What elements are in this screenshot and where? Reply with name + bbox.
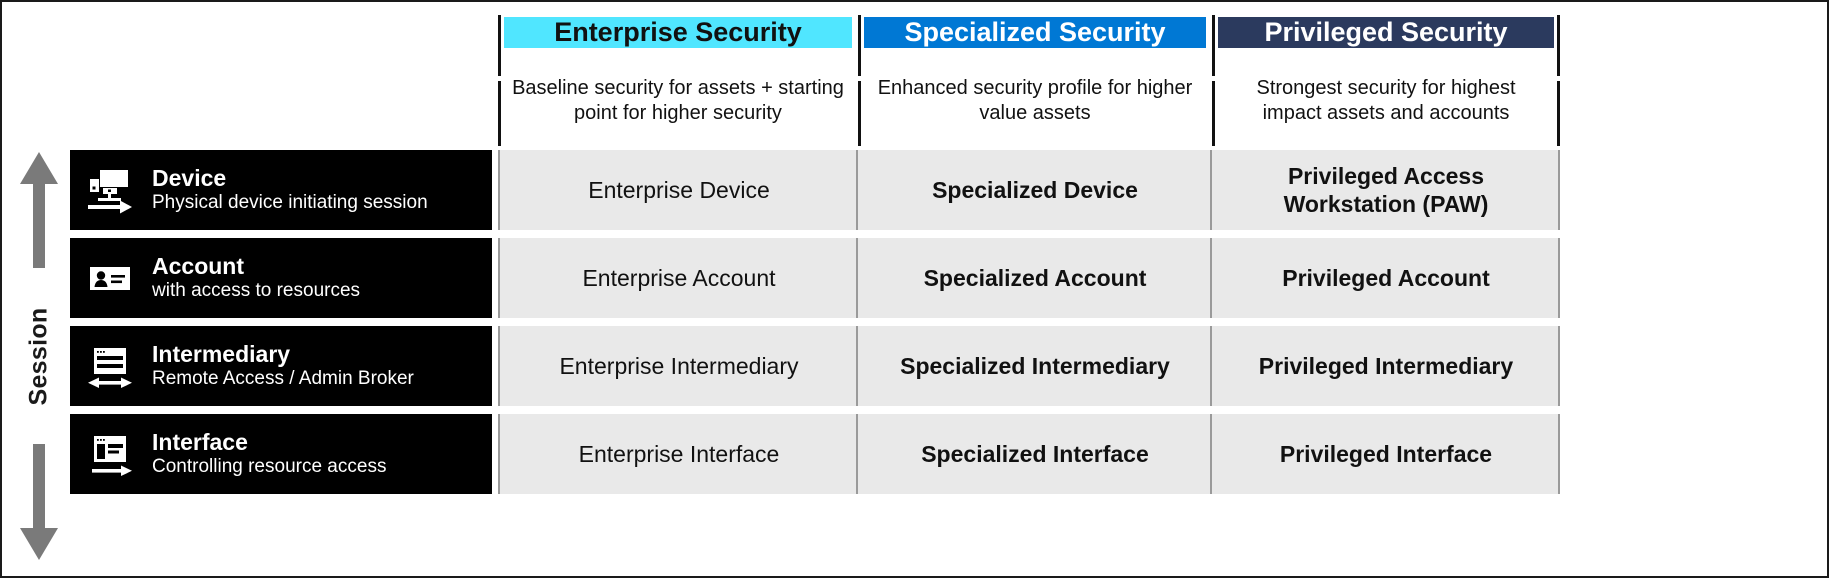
column-title-specialized: Specialized Security bbox=[904, 17, 1166, 47]
header-cell-privileged: Privileged Security bbox=[1212, 10, 1560, 76]
cell-device-specialized: Specialized Device bbox=[858, 150, 1212, 230]
arrow-up-icon bbox=[16, 150, 62, 268]
column-header-specialized: Specialized Security bbox=[864, 17, 1206, 48]
row-label-account: Account with access to resources bbox=[70, 238, 492, 318]
cell-interface-specialized: Specialized Interface bbox=[858, 414, 1212, 494]
column-description-privileged: Strongest security for highest impact as… bbox=[1212, 76, 1560, 136]
cell-interface-enterprise: Enterprise Interface bbox=[498, 414, 858, 494]
row-subtitle-account: with access to resources bbox=[152, 280, 361, 302]
row-title-account: Account bbox=[152, 252, 244, 279]
intermediary-window-double-arrow-icon bbox=[84, 342, 136, 390]
corner-spacer-title bbox=[70, 10, 498, 76]
row-label-interface: Interface Controlling resource access bbox=[70, 414, 492, 494]
security-levels-matrix: Session Enterprise Security Specialized … bbox=[0, 0, 1829, 578]
cell-device-privileged: Privileged Access Workstation (PAW) bbox=[1212, 150, 1560, 230]
row-subtitle-intermediary: Remote Access / Admin Broker bbox=[152, 368, 414, 390]
cell-intermediary-enterprise: Enterprise Intermediary bbox=[498, 326, 858, 406]
corner-spacer-desc bbox=[70, 76, 498, 146]
device-monitor-arrow-icon bbox=[84, 166, 136, 214]
cell-intermediary-privileged: Privileged Intermediary bbox=[1212, 326, 1560, 406]
session-axis: Session bbox=[8, 150, 70, 562]
account-id-card-icon bbox=[84, 254, 136, 302]
row-title-device: Device bbox=[152, 164, 227, 191]
desc-cell-enterprise: Baseline security for assets + starting … bbox=[498, 76, 858, 146]
row-label-intermediary: Intermediary Remote Access / Admin Broke… bbox=[70, 326, 492, 406]
row-text-intermediary: Intermediary Remote Access / Admin Broke… bbox=[152, 341, 414, 391]
cell-device-enterprise: Enterprise Device bbox=[498, 150, 858, 230]
row-subtitle-interface: Controlling resource access bbox=[152, 456, 387, 478]
row-text-interface: Interface Controlling resource access bbox=[152, 429, 386, 479]
row-label-device: Device Physical device initiating sessio… bbox=[70, 150, 492, 230]
cell-account-specialized: Specialized Account bbox=[858, 238, 1212, 318]
column-title-privileged: Privileged Security bbox=[1264, 17, 1508, 47]
matrix-grid: Enterprise Security Specialized Security… bbox=[70, 10, 1821, 498]
desc-cell-privileged: Strongest security for highest impact as… bbox=[1212, 76, 1560, 146]
desc-cell-specialized: Enhanced security profile for higher val… bbox=[858, 76, 1212, 146]
cell-intermediary-specialized: Specialized Intermediary bbox=[858, 326, 1212, 406]
cell-interface-privileged: Privileged Interface bbox=[1212, 414, 1560, 494]
column-title-enterprise: Enterprise Security bbox=[554, 17, 802, 47]
interface-window-arrow-icon bbox=[84, 430, 136, 478]
column-description-enterprise: Baseline security for assets + starting … bbox=[498, 76, 858, 136]
row-text-account: Account with access to resources bbox=[152, 253, 360, 303]
column-description-specialized: Enhanced security profile for higher val… bbox=[858, 76, 1212, 136]
row-title-interface: Interface bbox=[152, 428, 248, 455]
session-label: Session bbox=[24, 307, 53, 405]
row-title-intermediary: Intermediary bbox=[152, 340, 291, 367]
row-subtitle-device: Physical device initiating session bbox=[152, 192, 428, 214]
column-header-privileged: Privileged Security bbox=[1218, 17, 1554, 48]
matrix: Enterprise Security Specialized Security… bbox=[70, 10, 1821, 572]
cell-account-privileged: Privileged Account bbox=[1212, 238, 1560, 318]
cell-account-enterprise: Enterprise Account bbox=[498, 238, 858, 318]
column-header-enterprise: Enterprise Security bbox=[504, 17, 852, 48]
row-text-device: Device Physical device initiating sessio… bbox=[152, 165, 428, 215]
header-cell-enterprise: Enterprise Security bbox=[498, 10, 858, 76]
arrow-down-icon bbox=[16, 444, 62, 562]
header-cell-specialized: Specialized Security bbox=[858, 10, 1212, 76]
